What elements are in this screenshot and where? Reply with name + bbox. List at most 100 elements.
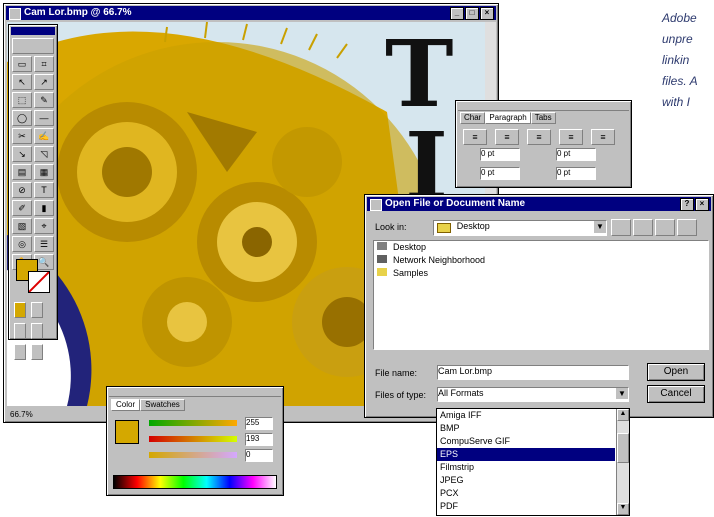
desktop-icon	[377, 242, 387, 250]
green-slider[interactable]	[149, 436, 237, 442]
tool-ellipse-icon[interactable]: ◯	[12, 110, 32, 126]
mode-none-icon[interactable]	[14, 323, 26, 339]
tool-pattern-icon[interactable]: ▦	[34, 164, 54, 180]
tool-graph-icon[interactable]: ☰	[34, 236, 54, 252]
tool-brush-icon[interactable]: ✍	[34, 128, 54, 144]
tab-color[interactable]: Color	[111, 399, 141, 411]
file-type-option[interactable]: PDF	[437, 500, 615, 513]
file-type-dropdown-list[interactable]: Amiga IFF BMP CompuServe GIF EPS Filmstrip JP…	[436, 408, 630, 516]
mode-gradient-icon[interactable]	[30, 302, 43, 318]
fill-stroke-swatches[interactable]	[14, 257, 52, 295]
list-view-button[interactable]	[655, 219, 675, 236]
tool-rect-icon[interactable]: ⬚	[12, 92, 32, 108]
file-type-option[interactable]: PCX	[437, 487, 615, 500]
green-value-field[interactable]: 193	[245, 433, 273, 446]
space-after-field[interactable]: 0 pt	[556, 167, 596, 180]
toolbox-grip[interactable]	[11, 27, 55, 35]
file-type-option[interactable]: Amiga IFF	[437, 409, 615, 422]
indent-left-field[interactable]: 0 pt	[480, 148, 520, 161]
files-of-type-value: All Formats	[438, 388, 484, 398]
tool-gradient-icon[interactable]: ▤	[12, 164, 32, 180]
align-right-icon[interactable]: ≡	[527, 129, 551, 145]
tool-text-icon[interactable]: T	[34, 182, 54, 198]
list-item[interactable]: Desktop	[374, 241, 708, 254]
blue-value-field[interactable]: 0	[245, 449, 273, 462]
list-item[interactable]: Samples	[374, 267, 708, 280]
red-slider[interactable]	[149, 420, 237, 426]
scroll-up-icon[interactable]: ▲	[617, 409, 629, 421]
dialog-close-icon[interactable]: ×	[695, 198, 709, 211]
main-window-titlebar[interactable]: Cam Lor.bmp @ 66.7% _ □ ×	[6, 6, 496, 20]
look-in-dropdown[interactable]: Desktop ▼	[433, 220, 607, 236]
minimize-icon[interactable]: _	[450, 7, 464, 20]
paragraph-palette-grip[interactable]	[458, 103, 629, 111]
tool-dodge-icon[interactable]: ◎	[12, 236, 32, 252]
tab-character[interactable]: Char	[460, 112, 486, 124]
main-window-title: Cam Lor.bmp @ 66.7%	[24, 7, 132, 18]
align-center-icon[interactable]: ≡	[495, 129, 519, 145]
dialog-icon	[370, 199, 382, 211]
tool-line-icon[interactable]: —	[34, 110, 54, 126]
new-folder-button[interactable]	[633, 219, 653, 236]
justify-all-icon[interactable]: ≡	[591, 129, 615, 145]
details-view-button[interactable]	[677, 219, 697, 236]
stroke-swatch[interactable]	[28, 271, 50, 293]
tool-shear-icon[interactable]: ◹	[34, 146, 54, 162]
tool-eraser-icon[interactable]: ⊘	[12, 182, 32, 198]
scroll-down-icon[interactable]: ▼	[617, 503, 629, 515]
type-chevron-down-icon[interactable]: ▼	[616, 388, 628, 399]
spectrum-bar[interactable]	[113, 475, 277, 489]
maximize-icon[interactable]: □	[465, 7, 479, 20]
tab-paragraph[interactable]: Paragraph	[485, 112, 531, 124]
justify-icon[interactable]: ≡	[559, 129, 583, 145]
tool-select-icon[interactable]: ↗	[34, 74, 54, 90]
file-type-option[interactable]: BMP	[437, 422, 615, 435]
list-item-label: Desktop	[393, 242, 427, 252]
tool-fill-icon[interactable]: ▮	[34, 200, 54, 216]
tool-crop-icon[interactable]: ⌗	[34, 56, 54, 72]
help-icon[interactable]: ?	[680, 198, 694, 211]
chevron-down-icon[interactable]: ▼	[594, 221, 606, 233]
view-preview-icon[interactable]	[30, 344, 43, 360]
file-type-option[interactable]: EPS	[437, 448, 615, 461]
file-type-option[interactable]: CompuServe GIF	[437, 435, 615, 448]
tool-blend-icon[interactable]: ▧	[12, 218, 32, 234]
tool-eyedropper-icon[interactable]: ⌖	[34, 218, 54, 234]
type-list-scrollbar[interactable]: ▲ ▼	[616, 409, 629, 515]
space-before-field[interactable]: 0 pt	[480, 167, 520, 180]
tool-pen-icon[interactable]: ✎	[34, 92, 54, 108]
file-name-label: File name:	[375, 368, 418, 378]
tool-move-icon[interactable]: ↖	[12, 74, 32, 90]
file-list[interactable]: Desktop Network Neighborhood Samples	[373, 240, 709, 350]
tool-knife-icon[interactable]: ✂	[12, 128, 32, 144]
list-item[interactable]: Network Neighborhood	[374, 254, 708, 267]
file-name-field[interactable]: Cam Lor.bmp	[437, 365, 629, 380]
view-full-icon[interactable]	[14, 344, 26, 360]
open-dialog-titlebar[interactable]: Open File or Document Name ? ×	[367, 197, 711, 211]
indent-right-field[interactable]: 0 pt	[556, 148, 596, 161]
tool-pencil-icon[interactable]: ✐	[12, 200, 32, 216]
align-left-icon[interactable]: ≡	[463, 129, 487, 145]
tab-swatches[interactable]: Swatches	[140, 399, 185, 411]
mode-fill-icon[interactable]	[14, 302, 26, 318]
file-type-options: Amiga IFF BMP CompuServe GIF EPS Filmstrip JP…	[437, 409, 615, 513]
open-button[interactable]: Open	[647, 363, 705, 381]
file-type-option[interactable]: JPEG	[437, 474, 615, 487]
tool-marquee-icon[interactable]: ▭	[12, 56, 32, 72]
up-folder-button[interactable]	[611, 219, 631, 236]
color-palette-grip[interactable]	[109, 389, 281, 397]
scroll-thumb[interactable]	[617, 433, 629, 463]
tool-arrow-icon[interactable]: ↘	[12, 146, 32, 162]
close-icon[interactable]: ×	[480, 7, 494, 20]
list-item-label: Network Neighborhood	[393, 255, 486, 265]
red-value-field[interactable]: 255	[245, 417, 273, 430]
current-color-swatch[interactable]	[115, 420, 139, 444]
file-type-option[interactable]: Filmstrip	[437, 461, 615, 474]
folder-icon	[437, 223, 451, 233]
look-in-value: Desktop	[456, 221, 490, 231]
tab-tabs[interactable]: Tabs	[530, 112, 556, 124]
cancel-button[interactable]: Cancel	[647, 385, 705, 403]
view-normal-icon[interactable]	[30, 323, 43, 339]
blue-slider[interactable]	[149, 452, 237, 458]
files-of-type-dropdown[interactable]: All Formats ▼	[437, 387, 629, 402]
